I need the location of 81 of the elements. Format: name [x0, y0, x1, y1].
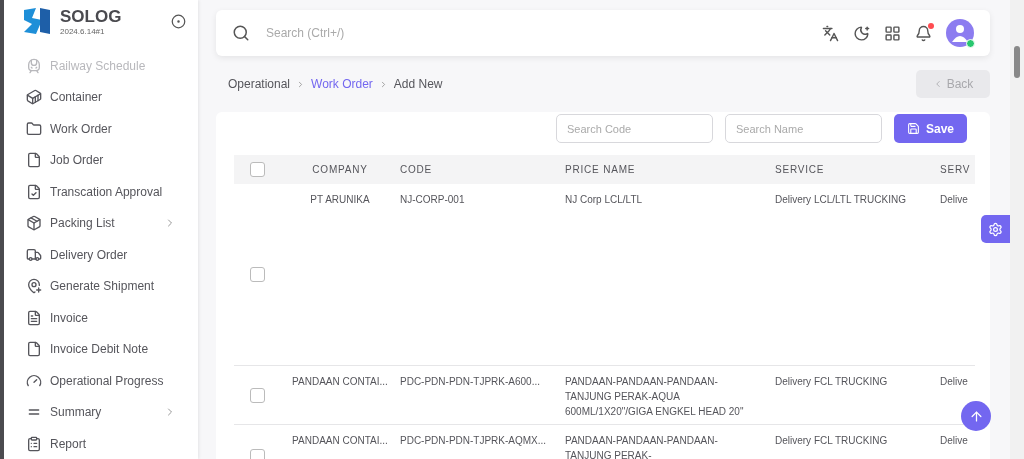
sidebar-label: Summary — [50, 405, 103, 420]
sidebar-label: Invoice — [50, 310, 90, 325]
notification-icon[interactable] — [915, 24, 932, 42]
menu-icon — [26, 435, 42, 452]
column-header: SERVICE — [775, 164, 826, 175]
checkbox[interactable] — [249, 448, 265, 459]
sidebar-item[interactable]: Work Order — [26, 113, 198, 145]
sidebar-item[interactable]: Transcation Approval — [26, 176, 198, 208]
save-icon — [907, 122, 920, 135]
sidebar-label: Delivery Order — [50, 247, 129, 262]
sidebar-label: Work Order — [50, 121, 113, 136]
avatar[interactable] — [946, 19, 974, 47]
sidebar-label: Container — [50, 90, 104, 105]
search-icon — [232, 24, 250, 42]
table-cell-text: NJ Corp LCL/LTL — [565, 193, 644, 207]
sidebar-label: Operational Progress — [50, 373, 165, 388]
search-field[interactable]: Search Name — [725, 114, 882, 143]
menu-icon — [26, 215, 42, 232]
sidebar-item[interactable]: Job Order — [26, 144, 198, 176]
table-cell-text: NJ-CORP-001 — [400, 193, 466, 207]
menu-icon — [26, 341, 42, 358]
menu-icon — [26, 183, 42, 200]
menu-icon — [26, 89, 42, 106]
save-button[interactable]: Save — [894, 114, 967, 143]
menu-icon — [26, 152, 42, 169]
menu-icon — [26, 372, 42, 389]
table-cell-text: Delivery LCL/LTL TRUCKING — [775, 193, 907, 207]
breadcrumb-text: Add New — [393, 77, 443, 91]
table-cell-text: PANDAAN-PANDAAN-PANDAAN-TANJUNG PERAK-AQUA 600ML/1X20"/GIGA ENGKEL HEAD 20" — [565, 375, 745, 419]
menu-icon — [26, 246, 42, 263]
sidebar-item[interactable]: Generate Shipment — [26, 270, 198, 302]
translate-icon[interactable] — [822, 24, 839, 42]
sidebar-item[interactable]: Container — [26, 81, 198, 113]
search-field[interactable]: Search Code — [556, 114, 713, 143]
table-cell-text: PANDAAN-PANDAAN-PANDAAN-TANJUNG PERAK- — [565, 434, 719, 459]
table-cell-text: PT ARUNIKA — [309, 193, 371, 207]
table-cell-text: PANDAAN CONTAI... — [291, 434, 389, 448]
menu-icon — [26, 120, 42, 137]
sidebar-item[interactable]: Delivery Order — [26, 239, 198, 271]
sidebar-label: Job Order — [50, 153, 105, 168]
table-cell-text: Delivery FCL TRUCKING — [775, 375, 889, 389]
sidebar-item[interactable]: Report — [26, 428, 198, 459]
table-cell-text: Delive — [940, 434, 969, 448]
sidebar-label: Generate Shipment — [50, 279, 156, 294]
sidebar-item[interactable]: Packing List — [26, 207, 198, 239]
sidebar-item[interactable]: Operational Progress — [26, 365, 198, 397]
version-text: 2024.6.14#1 — [60, 26, 106, 36]
column-header: SERV — [940, 164, 972, 175]
menu-icon — [26, 309, 42, 326]
pin-toggle-icon[interactable] — [171, 13, 186, 29]
sidebar-label: Invoice Debit Note — [50, 342, 150, 357]
moon-icon[interactable] — [853, 24, 870, 42]
sidebar-item[interactable]: Invoice Debit Note — [26, 333, 198, 365]
table-cell-text: Delivery FCL TRUCKING — [775, 434, 889, 448]
breadcrumb-link[interactable]: Work Order — [311, 77, 373, 91]
checkbox[interactable] — [249, 162, 265, 177]
checkbox[interactable] — [249, 267, 265, 282]
table-cell-text: PDC-PDN-PDN-TJPRK-AQMX... — [400, 434, 548, 448]
column-header: COMPANY — [311, 164, 369, 175]
sidebar-label: Railway Schedule — [50, 58, 147, 73]
table-cell-text: Delive — [940, 193, 969, 207]
logo-icon — [22, 6, 52, 36]
sidebar-item[interactable]: Summary — [26, 396, 198, 428]
table-cell-text: Delive — [940, 375, 969, 389]
menu-icon — [26, 57, 42, 74]
checkbox[interactable] — [249, 387, 265, 403]
sidebar-label: Report — [50, 436, 88, 451]
breadcrumb-text: Operational — [228, 77, 291, 91]
brand-name: SOLOG — [60, 6, 123, 27]
table-cell-text: PDC-PDN-PDN-TJPRK-A600... — [400, 375, 542, 389]
table-cell-text: PANDAAN CONTAI... — [291, 375, 389, 389]
grid-icon[interactable] — [884, 24, 901, 42]
sidebar-item[interactable]: Invoice — [26, 302, 198, 334]
settings-button[interactable] — [981, 215, 1010, 243]
sidebar-label: Transcation Approval — [50, 184, 164, 199]
sidebar-label: Packing List — [50, 216, 116, 231]
menu-icon — [26, 278, 42, 295]
column-header: PRICE NAME — [565, 164, 637, 175]
scrollbar[interactable] — [1010, 0, 1024, 459]
settings-icon — [988, 221, 1003, 237]
column-header: CODE — [400, 164, 434, 175]
